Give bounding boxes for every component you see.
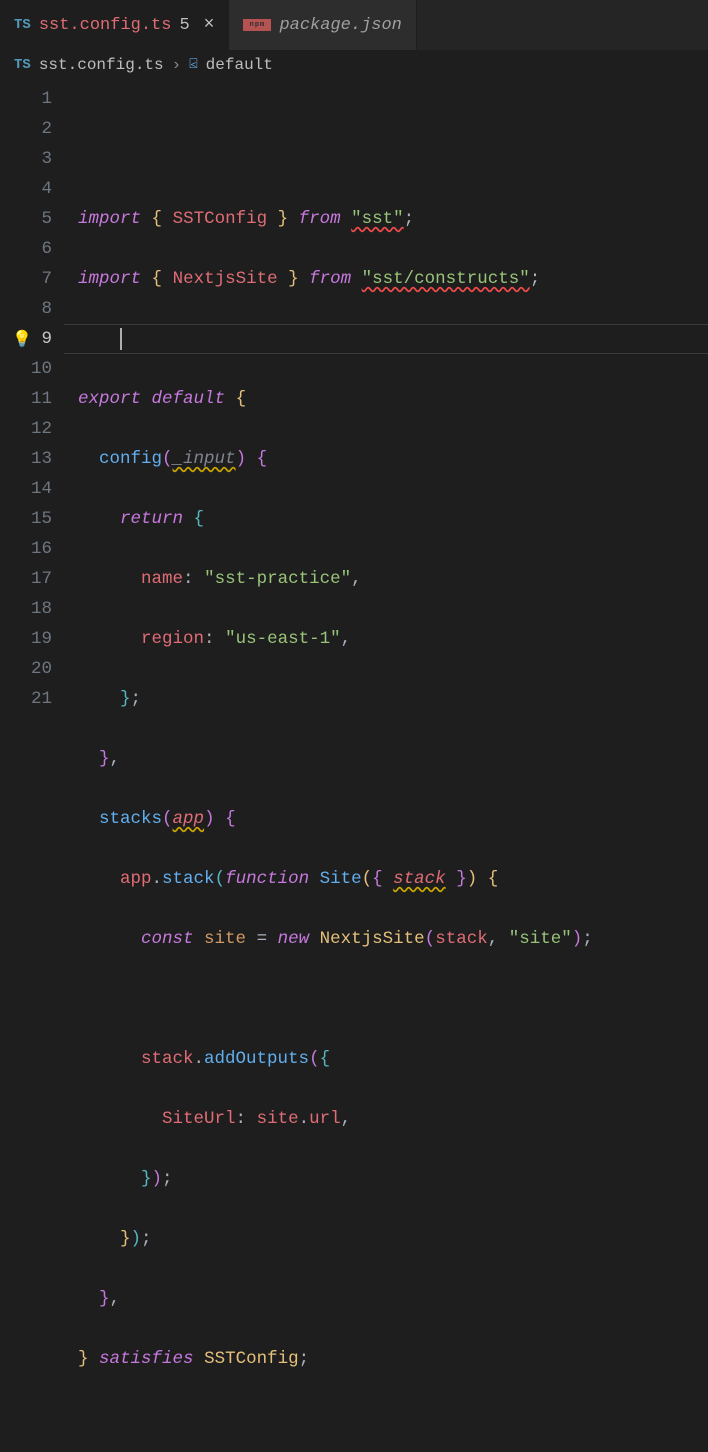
code-line: return {: [78, 504, 708, 534]
code-line: [78, 324, 708, 354]
line-gutter: 1 2 3 4 5 6 7 8 9 10 11 12 13 14 15 16 1…: [0, 84, 78, 1452]
breadcrumb[interactable]: TS sst.config.ts › ⍃ default: [0, 50, 708, 84]
tab-label: package.json: [279, 16, 401, 35]
code-line: } satisfies SSTConfig;: [78, 1344, 708, 1374]
code-editor[interactable]: 1 2 3 4 5 6 7 8 9 10 11 12 13 14 15 16 1…: [0, 84, 708, 1452]
line-number: 13: [0, 444, 52, 474]
code-line: },: [78, 1284, 708, 1314]
code-line: region: "us-east-1",: [78, 624, 708, 654]
tab-sst-config[interactable]: TS sst.config.ts 5 ×: [0, 0, 229, 50]
close-icon[interactable]: ×: [204, 15, 215, 35]
breadcrumb-symbol: default: [206, 56, 273, 74]
code-line: import { SSTConfig } from "sst";: [78, 204, 708, 234]
code-line: [78, 1404, 708, 1434]
lightbulb-icon[interactable]: 💡: [12, 325, 32, 355]
npm-icon: npm: [243, 19, 271, 31]
line-number: 3: [0, 144, 52, 174]
line-number: 1: [0, 84, 52, 114]
line-number: 19: [0, 624, 52, 654]
code-line: app.stack(function Site({ stack }) {: [78, 864, 708, 894]
code-line: });: [78, 1224, 708, 1254]
line-number: 4: [0, 174, 52, 204]
code-line: });: [78, 1164, 708, 1194]
code-line: name: "sst-practice",: [78, 564, 708, 594]
code-line: SiteUrl: site.url,: [78, 1104, 708, 1134]
line-number: 6: [0, 234, 52, 264]
code-line: export default {: [78, 384, 708, 414]
tab-problem-count: 5: [179, 16, 189, 35]
tab-label: sst.config.ts: [39, 16, 172, 35]
line-number: 7: [0, 264, 52, 294]
line-number: 10: [0, 354, 52, 384]
chevron-right-icon: ›: [172, 56, 182, 74]
line-number: 16: [0, 534, 52, 564]
symbol-icon: ⍃: [189, 57, 197, 73]
line-number: 18: [0, 594, 52, 624]
line-number: 5: [0, 204, 52, 234]
code-line: stack.addOutputs({: [78, 1044, 708, 1074]
code-line: };: [78, 684, 708, 714]
code-line: },: [78, 744, 708, 774]
line-number: 15: [0, 504, 52, 534]
code-line: const site = new NextjsSite(stack, "site…: [78, 924, 708, 954]
typescript-icon: TS: [14, 17, 31, 33]
line-number: 12: [0, 414, 52, 444]
text-cursor: [120, 328, 122, 350]
tab-package-json[interactable]: npm package.json: [229, 0, 416, 50]
line-number: 17: [0, 564, 52, 594]
line-number: 11: [0, 384, 52, 414]
code-line: [78, 984, 708, 1014]
code-line: config(_input) {: [78, 444, 708, 474]
line-number: 8: [0, 294, 52, 324]
line-number: 2: [0, 114, 52, 144]
line-number: 20: [0, 654, 52, 684]
code-content[interactable]: 💡 import { SSTConfig } from "sst"; impor…: [78, 84, 708, 1452]
typescript-icon: TS: [14, 57, 31, 73]
tab-bar: TS sst.config.ts 5 × npm package.json: [0, 0, 708, 50]
code-line: import { NextjsSite } from "sst/construc…: [78, 264, 708, 294]
breadcrumb-file: sst.config.ts: [39, 56, 164, 74]
line-number: 14: [0, 474, 52, 504]
code-line: stacks(app) {: [78, 804, 708, 834]
line-number: 21: [0, 684, 52, 714]
